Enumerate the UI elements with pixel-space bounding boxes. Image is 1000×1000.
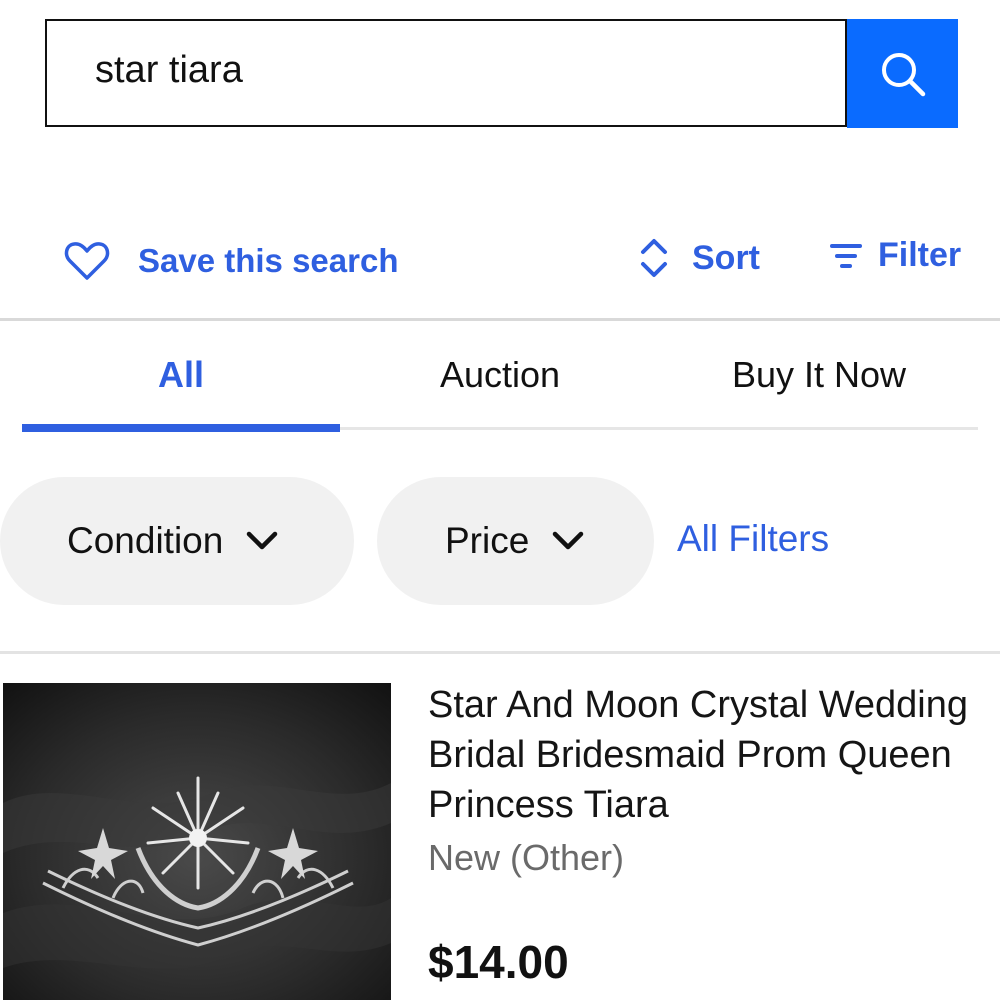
all-filters-link[interactable]: All Filters [677,518,829,560]
search-box[interactable] [45,19,847,127]
save-search-button[interactable]: Save this search [64,240,399,282]
tab-all[interactable]: All [22,321,340,429]
product-price: $14.00 [428,936,569,988]
search-button[interactable] [847,19,958,128]
price-chip-label: Price [445,520,530,561]
tab-auction[interactable]: Auction [340,321,660,429]
tab-buy-it-now[interactable]: Buy It Now [660,321,978,429]
tiara-product-image [3,683,391,1000]
filter-label: Filter [878,236,962,274]
sort-button[interactable]: Sort [636,236,760,280]
divider [0,651,1000,654]
product-title[interactable]: Star And Moon Crystal Wedding Bridal Bri… [428,680,988,830]
filter-lines-icon [830,243,862,268]
heart-outline-icon [64,242,110,280]
chevron-down-icon [551,530,585,552]
active-tab-indicator [22,424,340,432]
search-input[interactable] [95,49,795,92]
chevron-down-icon [245,530,279,552]
save-search-label: Save this search [138,242,399,279]
condition-chip-label: Condition [67,520,224,561]
sort-label: Sort [692,238,760,277]
search-icon [881,52,925,96]
price-filter-chip[interactable]: Price [377,477,654,605]
filter-button[interactable]: Filter [828,236,961,275]
search-actions-row: Save this search Sort Filter [0,228,1000,296]
listing-type-tabs: All Auction Buy It Now [0,321,1000,433]
condition-filter-chip[interactable]: Condition [0,477,354,605]
up-down-chevron-icon [641,239,667,277]
product-condition: New (Other) [428,837,625,878]
product-image[interactable] [3,683,391,1000]
